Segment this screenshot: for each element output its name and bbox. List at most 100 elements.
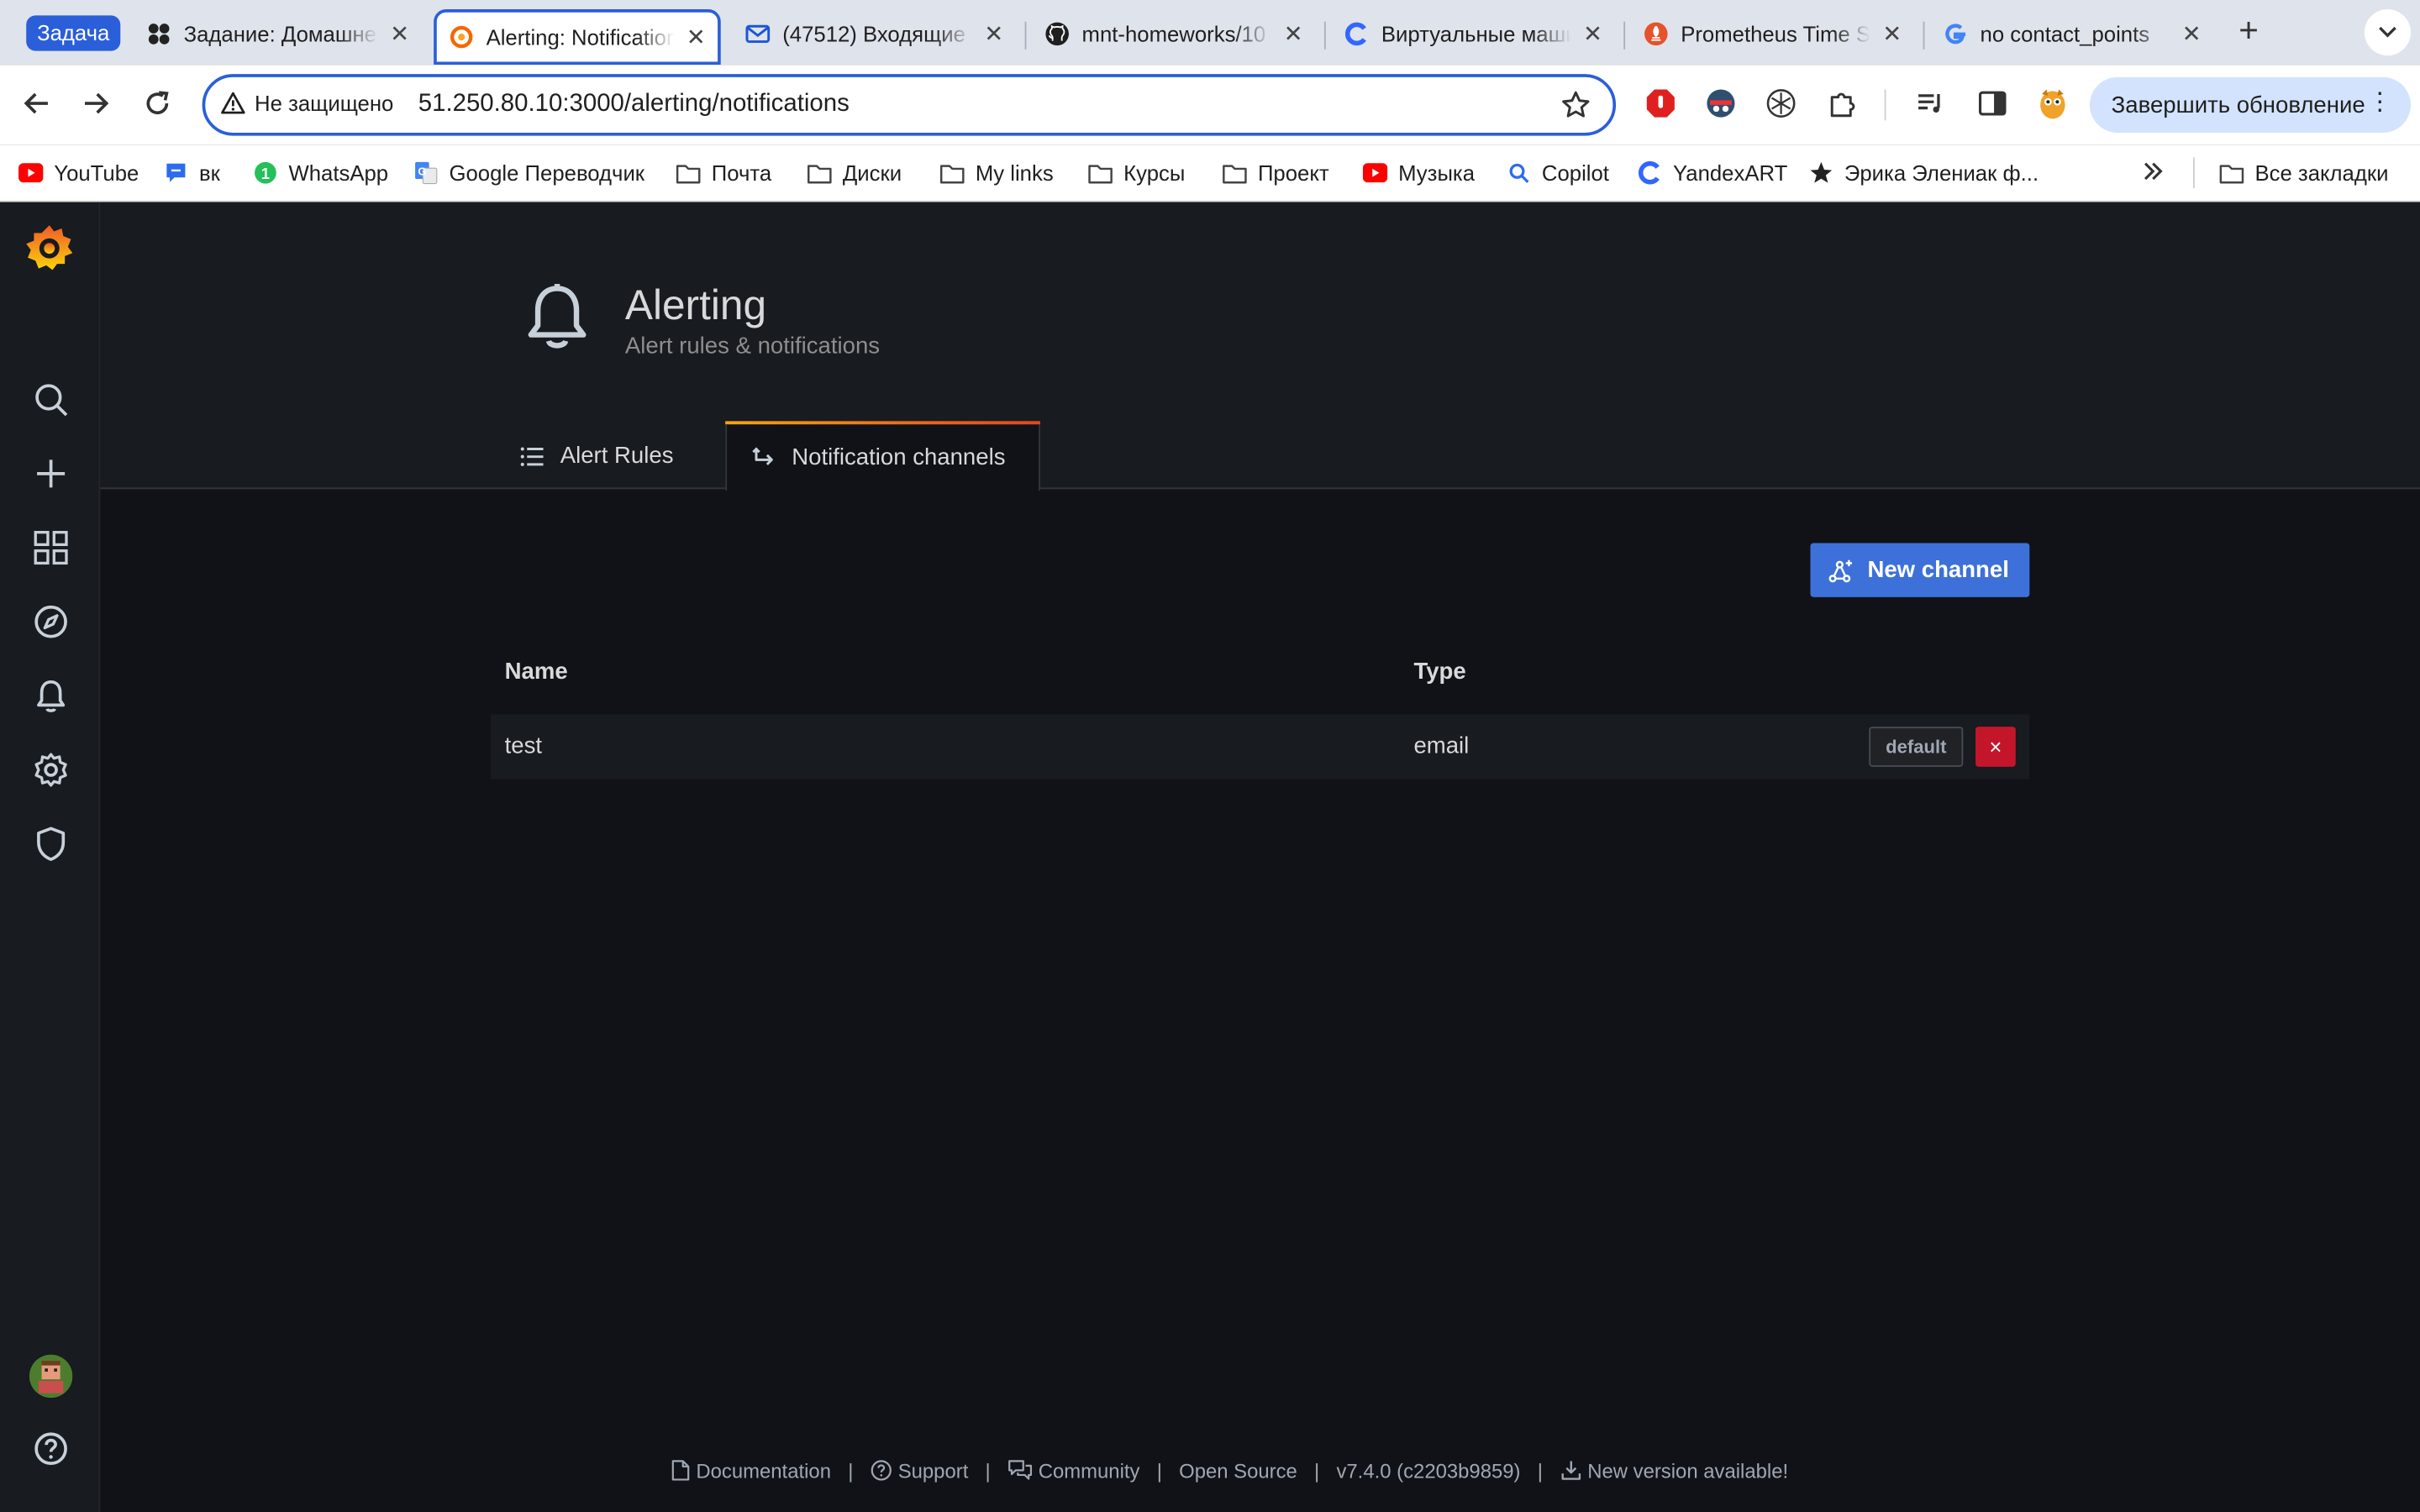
- arrow-left-icon: [24, 92, 48, 114]
- footer-separator: |: [848, 1458, 854, 1483]
- security-indicator[interactable]: Не защищено: [221, 91, 393, 116]
- browser-tab[interactable]: no contact_points ✕: [1928, 9, 2216, 59]
- footer-separator: |: [1156, 1458, 1162, 1483]
- bookmarks-overflow-button[interactable]: [2142, 159, 2164, 186]
- table-row[interactable]: test email default ×: [491, 714, 2030, 780]
- alerting-bell-icon[interactable]: [31, 675, 71, 716]
- url-text[interactable]: 51.250.80.10:3000/alerting/notifications: [418, 91, 850, 118]
- bookmark-folder-mail[interactable]: Почта: [676, 159, 771, 186]
- bookmark-music[interactable]: Музыка: [1362, 159, 1475, 186]
- channel-share-icon: [752, 446, 773, 465]
- side-panel-icon[interactable]: [1975, 87, 2009, 120]
- browser-tab[interactable]: (47512) Входящие ✕: [730, 9, 1018, 59]
- new-tab-button[interactable]: +: [2232, 13, 2265, 49]
- browser-tab[interactable]: Виртуальные машины ✕: [1328, 9, 1617, 59]
- openai-extension-icon[interactable]: [1764, 87, 1797, 120]
- tab-title: (47512) Входящие: [782, 21, 965, 47]
- browser-tab[interactable]: Задание: Домашнее задание ✕: [131, 9, 424, 59]
- footer-documentation-link[interactable]: Documentation: [671, 1459, 831, 1482]
- column-header-name: Name: [504, 659, 568, 685]
- server-admin-shield-icon[interactable]: [31, 824, 71, 864]
- adblock-extension-icon[interactable]: [1644, 87, 1677, 120]
- browser-tab-active[interactable]: Alerting: Notification channels ✕: [434, 9, 721, 66]
- bookmark-whatsapp[interactable]: 1 WhatsApp: [253, 159, 388, 186]
- channel-type: email: [1413, 732, 1470, 759]
- footer-separator: |: [1314, 1458, 1320, 1483]
- close-tab-icon[interactable]: ✕: [981, 20, 1006, 48]
- bookmark-folder-project[interactable]: Проект: [1223, 159, 1329, 186]
- address-bar[interactable]: Не защищено 51.250.80.10:3000/alerting/n…: [202, 74, 1617, 136]
- bookmark-folder-my-links[interactable]: My links: [939, 159, 1054, 186]
- column-header-type: Type: [1413, 659, 1466, 685]
- close-tab-icon[interactable]: ✕: [1281, 20, 1305, 48]
- reload-icon: [146, 91, 169, 114]
- browser-tab[interactable]: mnt-homeworks/10 ✕: [1029, 9, 1318, 59]
- profile-avatar-icon[interactable]: [2036, 87, 2070, 120]
- bookmark-star-icon[interactable]: [1560, 90, 1591, 129]
- grafana-logo-icon[interactable]: [22, 221, 77, 276]
- bookmark-folder-disks[interactable]: Диски: [808, 159, 902, 186]
- extensions-puzzle-icon[interactable]: [1826, 87, 1860, 120]
- tab-title: mnt-homeworks/10: [1081, 21, 1266, 47]
- folder-icon: [939, 160, 965, 185]
- prometheus-favicon-icon: [1644, 22, 1668, 46]
- search-icon[interactable]: [31, 380, 71, 420]
- page-footer: Documentation | Support | Community | Op…: [671, 1455, 1788, 1486]
- whatsapp-icon: 1: [253, 160, 277, 185]
- footer-open-source-link[interactable]: Open Source: [1179, 1459, 1297, 1483]
- bookmark-folder-courses[interactable]: Курсы: [1088, 159, 1185, 186]
- page-title: Alerting: [624, 282, 767, 329]
- bookmark-youtube[interactable]: YouTube: [18, 159, 139, 186]
- arrow-right-icon: [85, 92, 109, 114]
- close-tab-icon[interactable]: ✕: [684, 24, 708, 50]
- all-bookmarks-button[interactable]: Все закладки: [2219, 159, 2388, 186]
- tab-separator: [1323, 21, 1326, 50]
- tab-title: Задание: Домашнее задание: [183, 21, 379, 47]
- incognito-extension-icon[interactable]: [1704, 87, 1738, 120]
- chevron-down-icon: [2379, 26, 2396, 38]
- plus-icon[interactable]: [31, 454, 71, 494]
- browser-tab[interactable]: Prometheus Time Series ✕: [1628, 9, 1917, 59]
- bookmarks-divider: [2193, 157, 2195, 189]
- back-button[interactable]: [17, 83, 57, 123]
- bookmark-copilot[interactable]: Copilot: [1507, 159, 1609, 186]
- footer-support-link[interactable]: Support: [871, 1459, 968, 1482]
- channel-add-icon: [1828, 559, 1853, 582]
- close-tab-icon[interactable]: ✕: [1880, 20, 1904, 48]
- configuration-gear-icon[interactable]: [31, 750, 71, 790]
- reload-button[interactable]: [137, 83, 177, 123]
- channel-name[interactable]: test: [505, 732, 542, 759]
- close-tab-icon[interactable]: ✕: [387, 20, 412, 48]
- bookmark-google-translate[interactable]: G Google Переводчик: [413, 159, 644, 186]
- tab-search-button[interactable]: [2364, 9, 2411, 56]
- tab-group-chip[interactable]: Задача: [26, 15, 121, 51]
- list-icon: [520, 446, 544, 465]
- more-vert-icon[interactable]: ⋮: [2368, 90, 2392, 118]
- footer-community-link[interactable]: Community: [1007, 1459, 1139, 1482]
- download-icon: [1560, 1461, 1581, 1480]
- page-subtitle: Alert rules & notifications: [624, 333, 881, 360]
- question-circle-icon: [871, 1460, 892, 1481]
- new-channel-button[interactable]: New channel: [1810, 543, 2030, 597]
- media-control-icon[interactable]: [1914, 87, 1948, 120]
- tab-alert-rules-label: Alert Rules: [560, 443, 674, 470]
- footer-new-version-link[interactable]: New version available!: [1560, 1459, 1788, 1482]
- bookmark-erika[interactable]: Эрика Элениак ф...: [1809, 159, 2039, 186]
- help-icon[interactable]: [31, 1429, 71, 1469]
- mail-favicon-icon: [745, 22, 771, 46]
- finish-update-button[interactable]: Завершить обновление ⋮: [2089, 76, 2411, 133]
- delete-channel-button[interactable]: ×: [1975, 727, 2016, 767]
- user-avatar[interactable]: [29, 1354, 73, 1399]
- tab-notification-channels[interactable]: Notification channels: [725, 421, 1040, 491]
- close-tab-icon[interactable]: ✕: [1581, 20, 1605, 48]
- folder-icon: [1088, 160, 1113, 185]
- bookmark-yandexart[interactable]: YandexART: [1638, 159, 1787, 186]
- close-tab-icon[interactable]: ✕: [2179, 20, 2203, 48]
- explore-compass-icon[interactable]: [31, 601, 71, 642]
- footer-separator: |: [985, 1458, 991, 1483]
- dashboards-grid-icon[interactable]: [31, 528, 71, 568]
- bookmark-vk[interactable]: вк: [164, 159, 220, 186]
- tab-alert-rules[interactable]: Alert Rules: [496, 421, 726, 491]
- forward-button[interactable]: [76, 83, 116, 123]
- cloud-favicon-icon: [1344, 22, 1369, 46]
